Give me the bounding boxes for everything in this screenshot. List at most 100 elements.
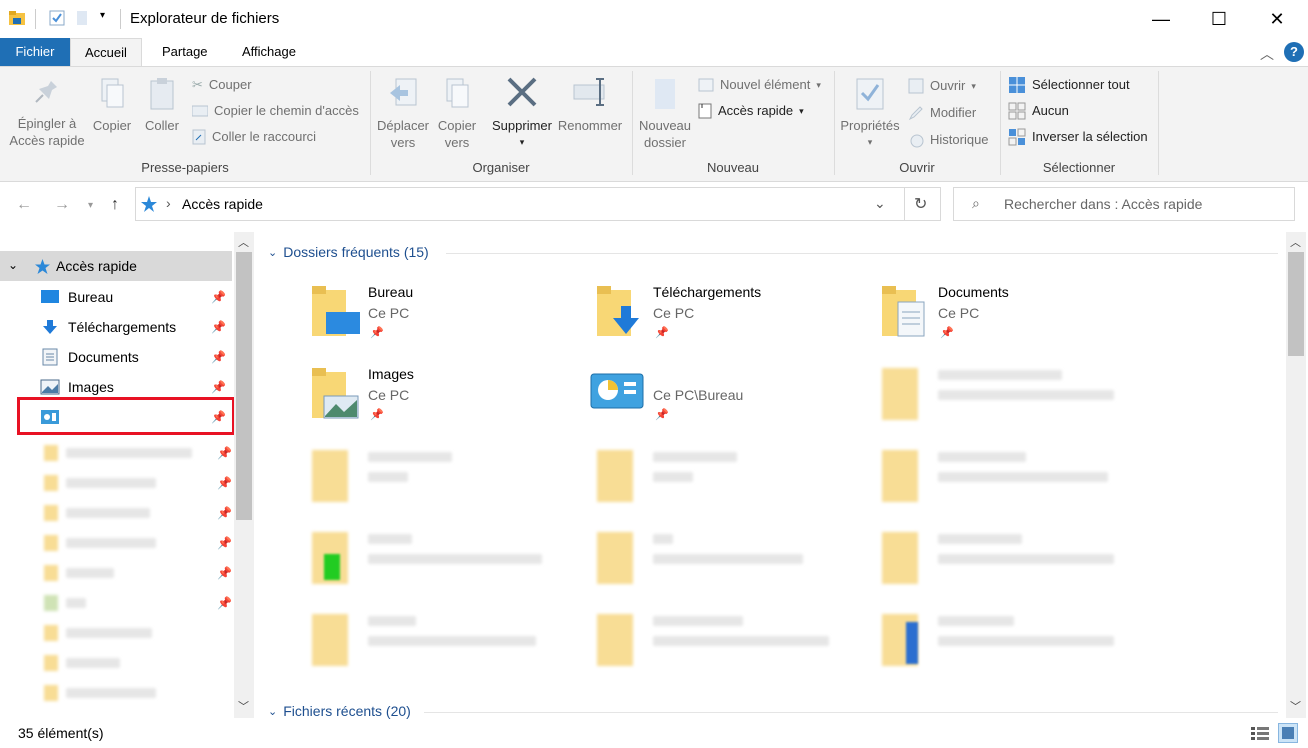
nav-scrollbar[interactable]: ︿ ﹀ [234,232,254,718]
scroll-down-icon[interactable]: ﹀ [238,698,249,714]
pin-to-quick-access-button[interactable]: Épingler à Accès rapide [4,75,90,149]
edit-button[interactable]: Modifier [908,102,976,124]
copy-path-button[interactable]: Copier le chemin d'accès [192,100,359,122]
ribbon-tabs: Fichier Accueil Partage Affichage ︿ ? [0,38,1308,67]
frequent-folders-header[interactable]: ⌄ Dossiers fréquents (15) [268,244,429,260]
recent-locations-dropdown[interactable]: ▾ [88,200,93,211]
forward-button[interactable]: → [54,196,70,214]
collapse-ribbon-icon[interactable]: ︿ [1260,44,1274,64]
nav-item-telechargements[interactable]: Téléchargements 📌 [0,312,232,342]
address-dropdown-icon[interactable]: ⌄ [874,195,886,212]
rename-button[interactable]: Renommer [556,75,624,134]
nav-item-documents[interactable]: Documents 📌 [0,342,232,372]
recent-files-label: Fichiers récents (20) [283,703,411,719]
easy-access-icon [698,103,712,119]
open-button[interactable]: Ouvrir ▾ [908,75,976,97]
nav-scroll-thumb[interactable] [236,252,252,520]
cut-label: Couper [208,77,252,92]
pin-icon: 📌 [940,327,954,339]
nav-item-bureau[interactable]: Bureau 📌 [0,282,232,312]
up-button[interactable]: ↑ [111,196,119,214]
collapse-chevron-icon[interactable]: ⌄ [8,258,18,272]
scroll-up-icon[interactable]: ︿ [1290,234,1301,250]
content-scrollbar[interactable]: ︿ ﹀ [1286,232,1306,718]
scroll-down-icon[interactable]: ﹀ [1290,698,1301,714]
copy-button[interactable]: Copier [88,75,136,134]
pin-icon: 📌 [655,409,669,421]
collapse-chevron-icon[interactable]: ⌄ [268,246,277,259]
tile-documents[interactable]: Documents Ce PC 📌 [880,282,1150,354]
quick-access-star-icon [34,258,51,275]
pin-icon: 📌 [370,409,384,421]
address-bar[interactable]: › Accès rapide ⌄ ↻ [135,187,941,221]
cut-button[interactable]: ✂ Couper [192,74,252,96]
tile-location: Ce PC [368,387,410,403]
details-view-icon[interactable] [1250,725,1270,741]
tile-telechargements[interactable]: Téléchargements Ce PC 📌 [595,282,865,354]
new-folder-quick-icon[interactable] [74,9,92,27]
new-folder-button[interactable]: Nouveau dossier [636,75,694,151]
paste-button[interactable]: Coller [138,75,186,134]
collapse-chevron-icon[interactable]: ⌄ [268,705,277,718]
tile-bureau[interactable]: Bureau Ce PC 📌 [310,282,580,354]
copy-path-label: Copier le chemin d'accès [214,103,359,118]
invert-selection-button[interactable]: Inverser la sélection [1008,126,1148,148]
scroll-up-icon[interactable]: ︿ [238,234,249,250]
documents-icon [40,348,60,366]
move-to-button[interactable]: Déplacer vers [374,75,432,151]
maximize-button[interactable]: ☐ [1190,0,1248,38]
nav-root-quick-access[interactable]: ⌄ Accès rapide [0,251,232,281]
history-button[interactable]: Historique [908,129,989,151]
tile-images[interactable]: Images Ce PC 📌 [310,364,580,436]
recent-files-header[interactable]: ⌄ Fichiers récents (20) [268,703,411,719]
tab-affichage[interactable]: Affichage [228,38,310,66]
delete-dropdown-icon[interactable]: ▾ [488,134,556,151]
blurred-item: 📌 [44,558,232,588]
refresh-icon[interactable]: ↻ [914,194,927,214]
tab-fichier[interactable]: Fichier [0,38,70,66]
edit-label: Modifier [930,105,977,120]
new-item-button[interactable]: Nouvel élément ▾ [698,74,821,96]
blurred-tile [880,446,1150,506]
paste-label: Coller [145,118,179,133]
group-label-presse-papiers: Presse-papiers [141,160,229,175]
blurred-tile [310,528,580,588]
window-title: Explorateur de fichiers [130,10,280,27]
select-all-button[interactable]: Sélectionner tout [1008,74,1130,96]
scissors-icon: ✂ [192,77,203,92]
paste-shortcut-button[interactable]: Coller le raccourci [192,126,316,148]
customize-quick-access-icon[interactable]: ▾ [100,10,105,21]
help-icon[interactable]: ? [1284,42,1304,62]
breadcrumb-quick-access[interactable]: Accès rapide [182,196,263,212]
tile-location: Ce PC [653,305,695,321]
tile-location: Ce PC\Bureau [653,387,744,403]
blurred-item: 📌 [44,438,232,468]
quick-access-star-icon [140,195,158,213]
minimize-button[interactable]: — [1132,0,1190,38]
search-box[interactable]: ⌕ Rechercher dans : Accès rapide [953,187,1295,221]
pin-icon: 📌 [211,350,226,364]
easy-access-button[interactable]: Accès rapide ▾ [698,100,804,122]
edit-icon [908,105,924,121]
blurred-nav-items: 📌 📌 📌 📌 📌 📌 [44,438,232,728]
select-none-button[interactable]: Aucun [1008,100,1069,122]
tab-partage[interactable]: Partage [148,38,222,66]
blurred-item: 📌 [44,498,232,528]
properties-quick-icon[interactable] [48,9,66,27]
delete-button[interactable]: Supprimer ▾ [488,75,556,151]
blurred-tile [595,528,865,588]
properties-button[interactable]: Propriétés ▾ [836,75,904,151]
content-scroll-thumb[interactable] [1288,252,1304,356]
blurred-tile [595,446,865,506]
close-button[interactable]: ✕ [1248,0,1306,38]
open-icon [908,78,924,94]
tiles-view-icon[interactable] [1278,723,1298,743]
tab-accueil[interactable]: Accueil [70,38,142,67]
copy-to-button[interactable]: Copier vers [432,75,482,151]
breadcrumb-chevron-icon[interactable]: › [166,195,171,211]
tile-control-panel[interactable]: Ce PC\Bureau 📌 [590,364,860,436]
pictures-icon [40,379,60,395]
back-button[interactable]: ← [16,196,32,214]
invert-selection-label: Inverser la sélection [1032,129,1148,144]
select-none-label: Aucun [1032,103,1069,118]
